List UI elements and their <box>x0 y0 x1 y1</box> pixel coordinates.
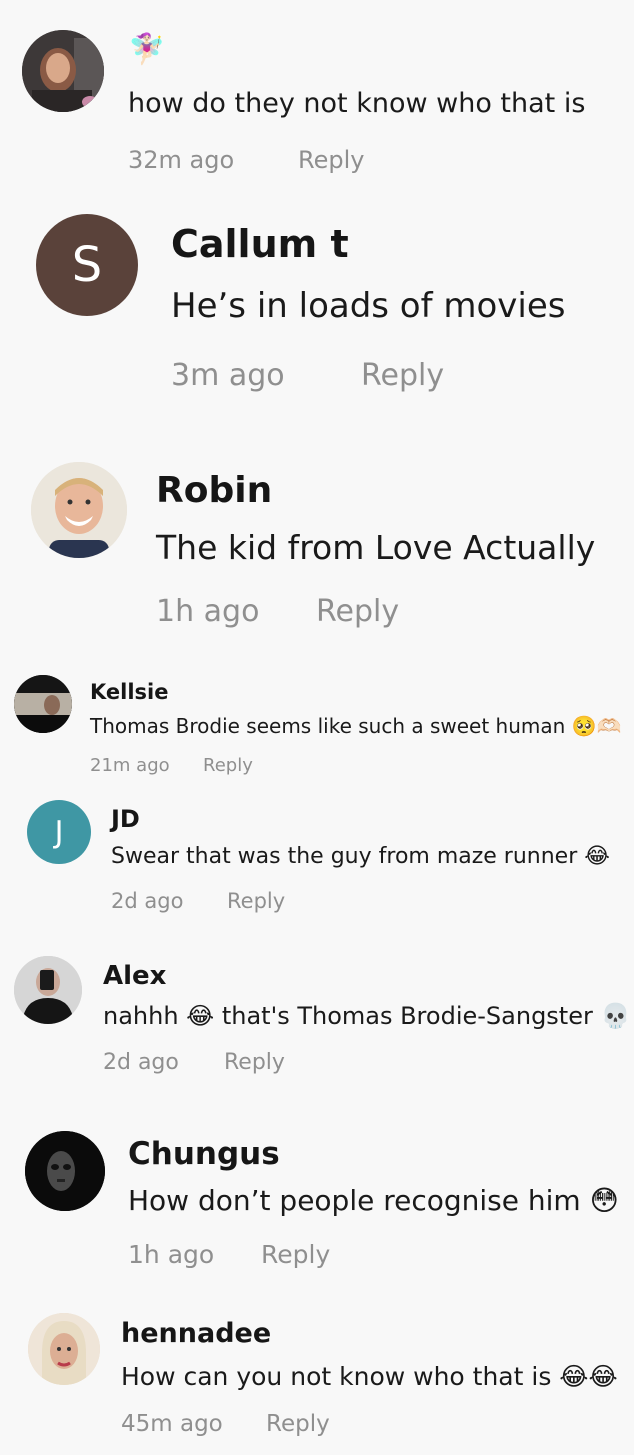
comment-text: The kid from Love Actually <box>156 528 596 567</box>
avatar[interactable] <box>28 1313 100 1385</box>
reply-button[interactable]: Reply <box>224 1050 285 1075</box>
comment-text: Thomas Brodie seems like such a sweet hu… <box>90 714 622 738</box>
comment-time: 2d ago <box>111 889 184 913</box>
reply-button[interactable]: Reply <box>266 1411 330 1437</box>
comment-text: How can you not know who that is 😂😂 <box>121 1362 618 1391</box>
comment-time: 3m ago <box>171 358 285 393</box>
comment-author[interactable]: 🧚🏻‍♀️ <box>128 32 165 67</box>
comment-text: Swear that was the guy from maze runner … <box>111 844 610 869</box>
comment-author[interactable]: hennadee <box>121 1318 271 1349</box>
comment-text: How don’t people recognise him 😳 <box>128 1184 619 1217</box>
reply-button[interactable]: Reply <box>298 146 364 174</box>
comment-time: 32m ago <box>128 146 235 174</box>
comment-time: 1h ago <box>128 1240 215 1269</box>
comment-time: 45m ago <box>121 1411 223 1437</box>
reply-button[interactable]: Reply <box>203 755 253 776</box>
comment-author[interactable]: Robin <box>156 470 272 511</box>
avatar[interactable] <box>31 462 127 558</box>
avatar[interactable]: J <box>27 800 91 864</box>
reply-button[interactable]: Reply <box>227 889 285 913</box>
comment-text: how do they not know who that is <box>128 88 586 119</box>
comment-author[interactable]: Callum t <box>171 222 349 266</box>
comment-author[interactable]: Kellsie <box>90 680 168 704</box>
comment-time: 1h ago <box>156 594 260 629</box>
avatar[interactable] <box>14 675 72 733</box>
comment-time: 21m ago <box>90 755 170 776</box>
avatar[interactable] <box>22 30 104 112</box>
reply-button[interactable]: Reply <box>361 358 444 393</box>
comment-author[interactable]: Chungus <box>128 1136 280 1172</box>
reply-button[interactable]: Reply <box>261 1240 330 1269</box>
comment-author[interactable]: JD <box>111 805 140 833</box>
comment-text: He’s in loads of movies <box>171 286 566 326</box>
avatar[interactable] <box>25 1131 105 1211</box>
avatar[interactable]: S <box>36 214 138 316</box>
comment-text: nahhh 😂 that's Thomas Brodie-Sangster 💀 <box>103 1002 631 1030</box>
reply-button[interactable]: Reply <box>316 594 399 629</box>
avatar[interactable] <box>14 956 82 1024</box>
comment-time: 2d ago <box>103 1050 179 1075</box>
comment-author[interactable]: Alex <box>103 961 166 991</box>
